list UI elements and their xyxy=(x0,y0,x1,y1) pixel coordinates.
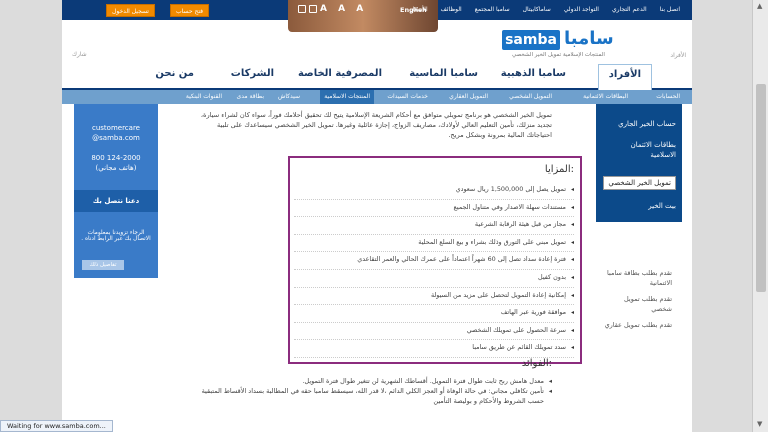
subnav-item[interactable]: التمويل الشخصي xyxy=(509,93,552,100)
tab-individuals[interactable]: الأفراد xyxy=(597,64,652,90)
print-icon[interactable] xyxy=(298,5,306,13)
subnav-item-islamic[interactable]: المنتجات الاسلامية xyxy=(320,90,374,104)
left-sidebar: customercare @samba.com 800 124-2000 (ها… xyxy=(74,104,158,278)
phone-note: (هاتف مجاني) xyxy=(95,164,137,172)
list-item: موافقة فورية عبر الهاتف xyxy=(294,305,574,323)
top-link[interactable]: التواجد الدولي xyxy=(564,6,599,13)
list-item: سدد تمويلك القائم عن طريق سامبا xyxy=(294,340,574,358)
samba-logo[interactable]: samba سامبا المنتجات الإسلامية تمويل الخ… xyxy=(502,28,652,60)
logo-en: samba xyxy=(502,30,560,50)
tab-diamond[interactable]: سامبا الماسية xyxy=(409,68,478,79)
tab-gold[interactable]: سامبا الذهبية xyxy=(501,68,566,79)
sidebar-item[interactable]: حساب الخير الجاري xyxy=(618,120,676,128)
top-link[interactable]: الأسعار xyxy=(410,6,428,13)
status-bar: Waiting for www.samba.com... xyxy=(0,420,113,432)
right-sidebar: حساب الخير الجاري بطاقات الائتمان الاسلا… xyxy=(596,104,682,222)
subnav-item[interactable]: القنوات البنكية xyxy=(186,93,222,100)
tab-private-banking[interactable]: المصرفية الخاصة xyxy=(298,68,382,79)
logo-ar: سامبا xyxy=(564,28,614,49)
top-link[interactable]: الوظائف xyxy=(441,6,462,13)
contact-text: الرجاء تزويدنا بمعلومات الاتصال بك عبر ا… xyxy=(81,230,151,242)
scroll-down-icon[interactable]: ▼ xyxy=(757,420,762,428)
main-nav: الأفراد سامبا الذهبية سامبا الماسية المص… xyxy=(62,62,692,90)
list-item: تأمين تكافلي مجاني: في حالة الوفاة أو ال… xyxy=(192,386,552,406)
email-line2[interactable]: @samba.com xyxy=(74,134,158,142)
advantages-list: تمويل يصل إلى 1,500,000 ريال سعودي مستند… xyxy=(294,182,574,358)
contact-button[interactable]: تفاصيل ذلك xyxy=(82,260,124,270)
sidebar-item-selected[interactable]: تمويل الخير الشخصي xyxy=(603,176,676,190)
phone-number: 800 124-2000 xyxy=(91,154,141,162)
list-item: تمويل مبني على التورق وذلك بشراء و بيع ا… xyxy=(294,235,574,253)
tab-corporate[interactable]: الشركات xyxy=(231,68,274,79)
subnav-item[interactable]: الحسابات xyxy=(656,93,680,100)
list-item: مجاز من قبل هيئة الرقابة الشرعية xyxy=(294,217,574,235)
top-link[interactable]: سامبا المجتمع xyxy=(475,6,510,13)
scrollbar-thumb[interactable] xyxy=(756,84,766,292)
list-item: إمكانية إعادة التمويل لتحصل على مزيد من … xyxy=(294,288,574,306)
sidebar-item[interactable]: بيت الخير xyxy=(648,202,676,210)
list-item: مستندات سهلة الاصدار وفي متناول الجميع xyxy=(294,200,574,218)
subnav-item[interactable]: خدمات السيدات xyxy=(387,93,428,100)
breadcrumb: المنتجات الإسلامية تمويل الخير الشخصي xyxy=(512,52,605,58)
apply-link[interactable]: تقدم بطلب تمويل شخصي xyxy=(602,294,672,314)
samba-site: تسجيل الدخول فتح حساب A A A English اتصل… xyxy=(62,0,692,432)
scroll-up-icon[interactable]: ▲ xyxy=(757,2,762,10)
list-item: تمويل يصل إلى 1,500,000 ريال سعودي xyxy=(294,182,574,200)
subnav-item[interactable]: البطاقات الائتمانية xyxy=(583,93,628,100)
section-label: الأفراد xyxy=(670,52,686,59)
apply-link[interactable]: تقدم بطلب بطاقة سامبا الائتمانية xyxy=(602,268,672,288)
top-links: اتصل بنا الدعم التجاري التواجد الدولي سا… xyxy=(410,6,680,13)
subnav-item[interactable]: بطاقة مدى xyxy=(237,93,264,100)
tab-about[interactable]: من نحن xyxy=(155,68,194,79)
apply-links: تقدم بطلب بطاقة سامبا الائتمانية تقدم بط… xyxy=(602,268,672,330)
vertical-scrollbar[interactable]: ▲ ▼ xyxy=(752,0,768,432)
subnav-item[interactable]: التمويل العقاري xyxy=(449,93,488,100)
login-button[interactable]: تسجيل الدخول xyxy=(106,4,155,17)
list-item: بدون كفيل xyxy=(294,270,574,288)
top-link[interactable]: الدعم التجاري xyxy=(612,6,647,13)
intro-text: تمويل الخير الشخصي هو برنامج تمويلي متوا… xyxy=(200,111,552,139)
font-size-controls[interactable]: A A A xyxy=(320,4,367,14)
open-account-button[interactable]: فتح حساب xyxy=(170,4,209,17)
top-bar: تسجيل الدخول فتح حساب A A A English اتصل… xyxy=(62,0,692,32)
email-icon[interactable] xyxy=(309,5,317,13)
list-item: سرعة الحصول على تمويلك الشخصي xyxy=(294,323,574,341)
sub-nav: الحسابات البطاقات الائتمانية التمويل الش… xyxy=(62,90,692,104)
benefits-title: الفوائد: xyxy=(521,358,552,369)
apply-link[interactable]: تقدم بطلب تمويل عقاري xyxy=(602,320,672,330)
advantages-title: المزايا: xyxy=(544,164,574,175)
site-header: شارك samba سامبا المنتجات الإسلامية تموي… xyxy=(62,20,692,64)
top-link[interactable]: ساماكابيتال xyxy=(523,6,551,13)
sidebar-item[interactable]: بطاقات الائتمان الاسلامية xyxy=(606,140,676,160)
email-line1[interactable]: customercare xyxy=(74,124,158,132)
contact-header: دعنا نتصل بك xyxy=(74,190,158,212)
list-item: فترة إعادة سداد تصل إلى 60 شهراً اعتمادا… xyxy=(294,252,574,270)
top-link[interactable]: اتصل بنا xyxy=(660,6,680,13)
share-link[interactable]: شارك xyxy=(72,51,87,58)
advantages-box: المزايا: تمويل يصل إلى 1,500,000 ريال سع… xyxy=(288,156,582,364)
benefits-list: معدل هامش ربح ثابت طوال فترة التمويل. أق… xyxy=(192,376,552,406)
list-item: معدل هامش ربح ثابت طوال فترة التمويل. أق… xyxy=(192,376,552,386)
browser-page: تسجيل الدخول فتح حساب A A A English اتصل… xyxy=(0,0,752,432)
subnav-item[interactable]: سيدكاش xyxy=(278,93,300,100)
